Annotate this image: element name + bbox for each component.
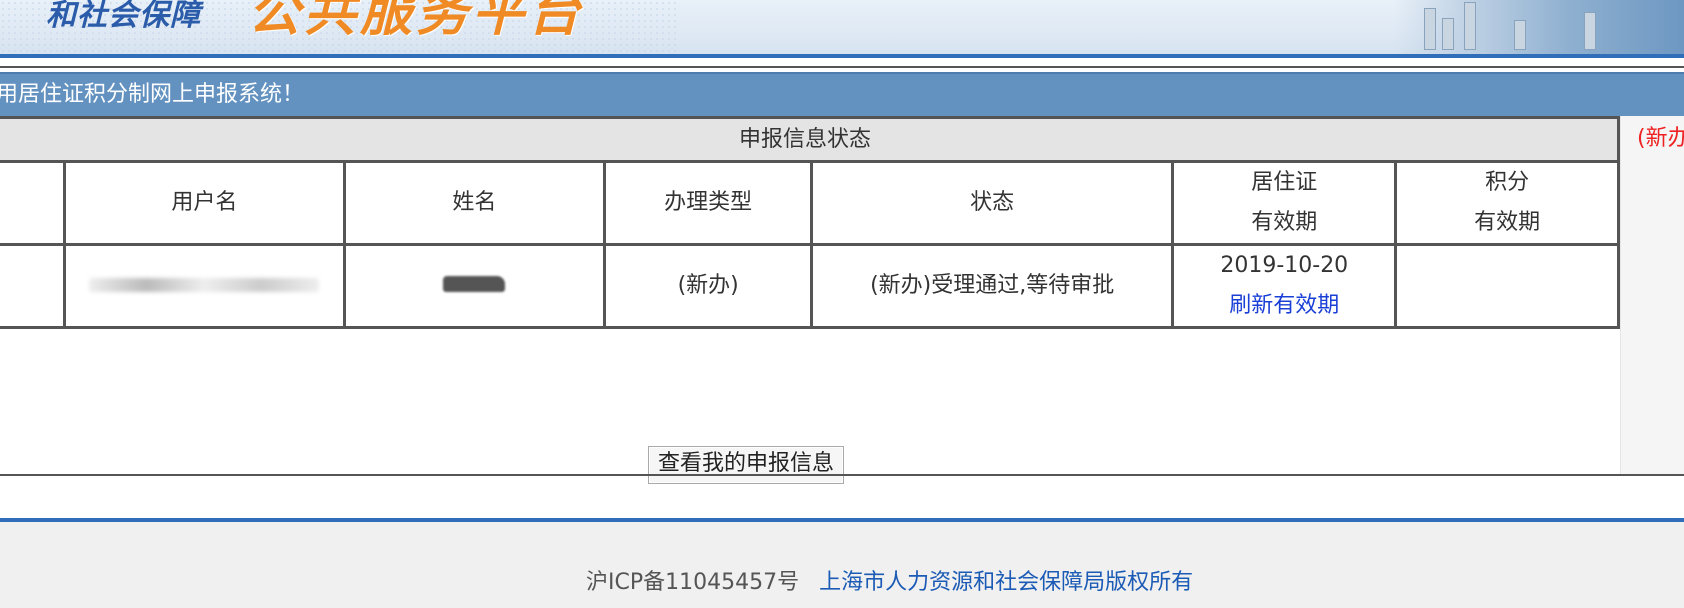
status-panel: 申报信息状态 用户名 姓名 办理类型 状态 居住证 有效期 积分 有效期 (新办… xyxy=(0,116,1620,484)
logo-subtitle: 和社会保障 xyxy=(46,0,201,33)
cell-username-redacted xyxy=(63,243,346,329)
view-my-application-button[interactable]: 查看我的申报信息 xyxy=(648,446,844,484)
cell-name-redacted xyxy=(342,243,607,329)
site-header: 和社会保障 公共服务平台 xyxy=(0,0,1684,58)
header-permit-line1: 居住证 xyxy=(1251,170,1318,195)
status-table-title: 申报信息状态 xyxy=(0,116,1620,163)
redacted-username xyxy=(89,278,320,292)
header-permit-line2: 有效期 xyxy=(1251,210,1318,235)
table-row: (新办) (新办)受理通过,等待审批 2019-10-20 刷新有效期 xyxy=(0,243,1620,329)
divider xyxy=(0,474,1684,476)
table-header-row: 用户名 姓名 办理类型 状态 居住证 有效期 积分 有效期 xyxy=(0,160,1620,246)
logo-title: 公共服务平台 xyxy=(248,0,585,43)
header-username: 用户名 xyxy=(63,160,346,246)
cell-index xyxy=(0,243,67,329)
right-note: (新办 xyxy=(1637,126,1684,151)
header-cell-index xyxy=(0,160,67,246)
header-points-validity: 积分 有效期 xyxy=(1394,160,1620,246)
welcome-bar: 用居住证积分制网上申报系统！ xyxy=(0,72,1684,118)
refresh-validity-link[interactable]: 刷新有效期 xyxy=(1174,286,1394,326)
cell-type: (新办) xyxy=(603,243,814,329)
header-name: 姓名 xyxy=(342,160,607,246)
cell-permit-validity: 2019-10-20 刷新有效期 xyxy=(1171,243,1398,329)
divider xyxy=(0,66,1684,68)
header-city-image xyxy=(1394,0,1684,54)
cell-status: (新办)受理通过,等待审批 xyxy=(810,243,1175,329)
status-table: 申报信息状态 用户名 姓名 办理类型 状态 居住证 有效期 积分 有效期 (新办… xyxy=(0,116,1620,329)
icp-number: 沪ICP备11045457号 xyxy=(586,570,800,595)
footer-text: 沪ICP备11045457号 上海市人力资源和社会保障局版权所有 xyxy=(586,564,1193,596)
right-panel: (新办 xyxy=(1620,116,1684,474)
header-permit-validity: 居住证 有效期 xyxy=(1171,160,1398,246)
header-status: 状态 xyxy=(810,160,1175,246)
site-footer: 沪ICP备11045457号 上海市人力资源和社会保障局版权所有 xyxy=(0,522,1684,608)
copyright-link[interactable]: 上海市人力资源和社会保障局版权所有 xyxy=(819,570,1193,595)
cell-points-validity xyxy=(1394,243,1620,329)
header-points-line1: 积分 xyxy=(1485,170,1530,195)
welcome-text: 用居住证积分制网上申报系统！ xyxy=(0,82,305,107)
header-type: 办理类型 xyxy=(603,160,814,246)
header-points-line2: 有效期 xyxy=(1474,210,1541,235)
redacted-name xyxy=(443,276,506,292)
permit-date: 2019-10-20 xyxy=(1220,253,1349,278)
